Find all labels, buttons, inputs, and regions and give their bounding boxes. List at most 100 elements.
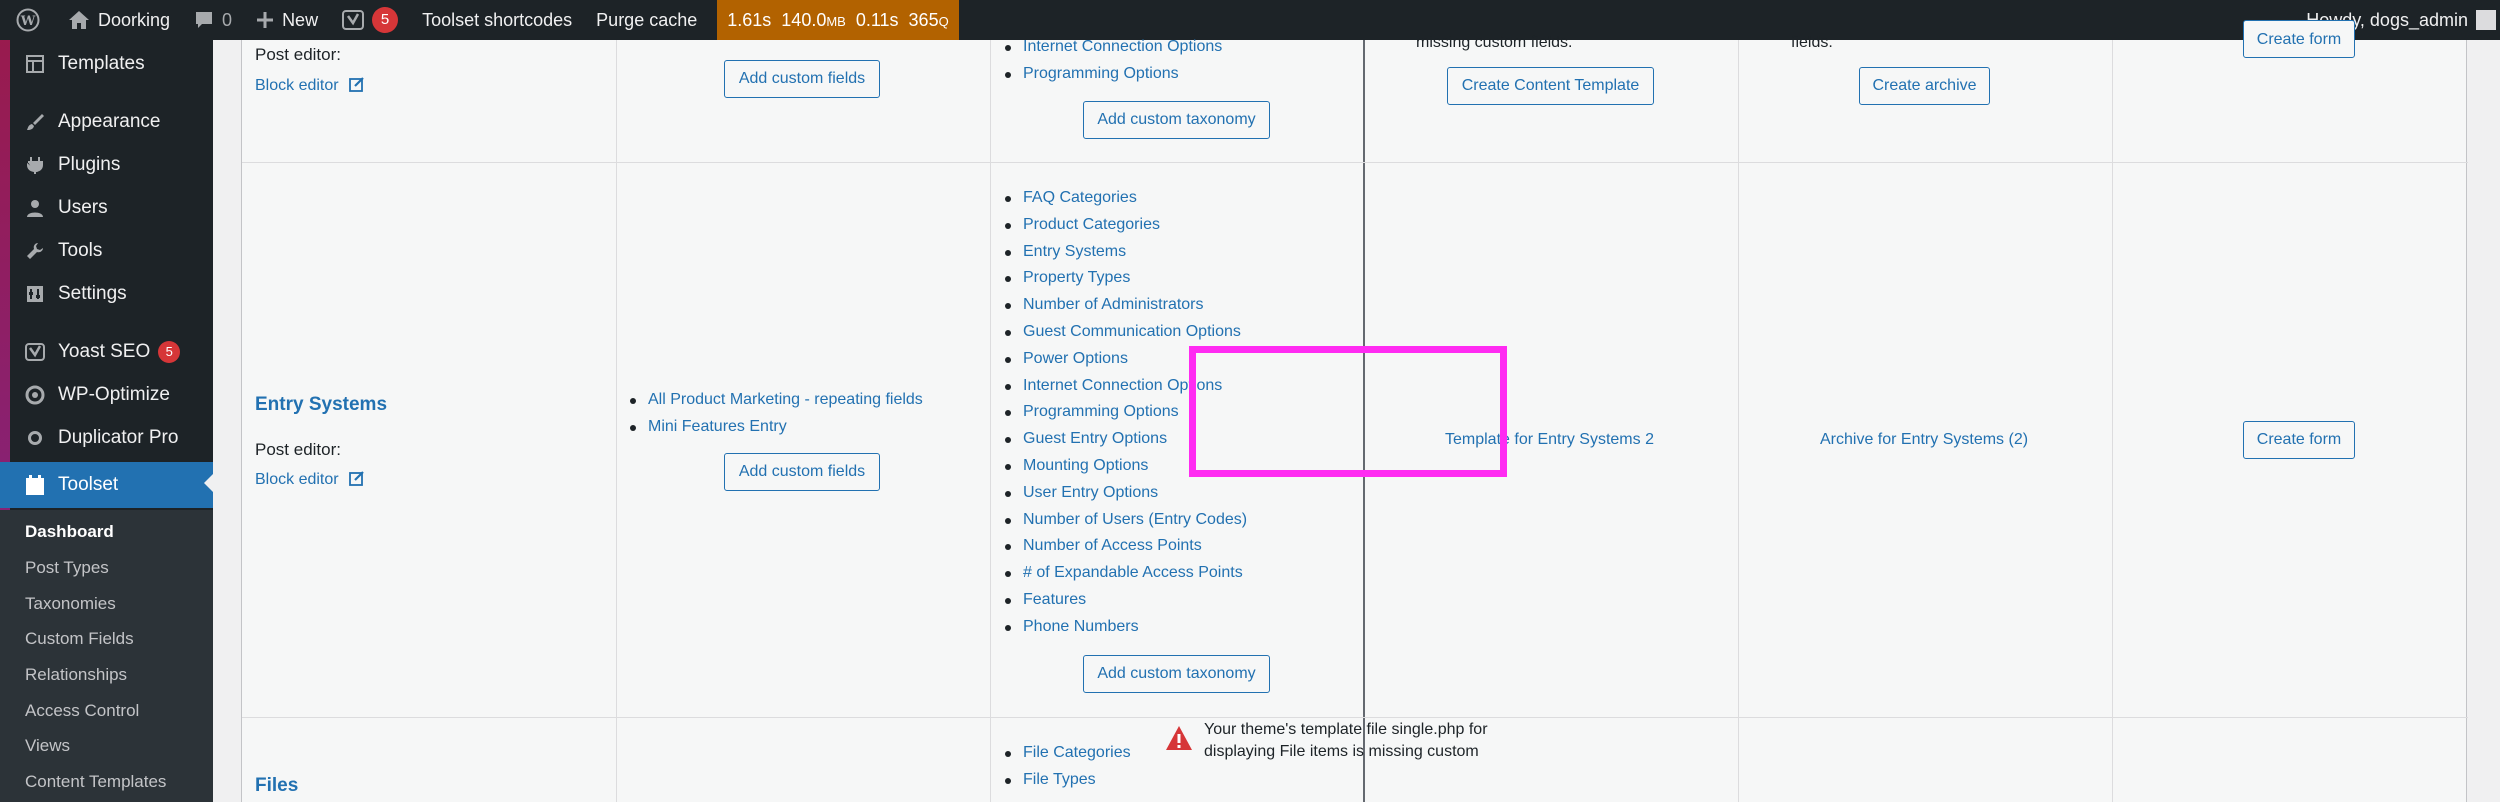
submenu-taxonomies[interactable]: Taxonomies	[25, 594, 116, 614]
toolset-shortcodes-menu[interactable]: Toolset shortcodes	[410, 0, 584, 40]
toolset-submenu: Dashboard Post Types Taxonomies Custom F…	[0, 510, 213, 802]
highlight-annotation-box	[1189, 346, 1507, 477]
sidebar-item-plugins[interactable]: Plugins	[0, 144, 213, 186]
wordpress-logo-icon[interactable]: W	[0, 0, 56, 40]
edit-icon	[349, 76, 365, 92]
taxonomy-link[interactable]: FAQ Categories	[1003, 185, 1247, 212]
taxonomy-link[interactable]: Number of Users (Entry Codes)	[1003, 507, 1247, 534]
taxonomy-link[interactable]: Number of Access Points	[1003, 533, 1247, 560]
query-monitor-stats[interactable]: 1.61s 140.0MB 0.11s 365Q	[717, 0, 959, 40]
sidebar-item-label: Settings	[58, 283, 127, 304]
add-custom-taxonomy-button[interactable]: Add custom taxonomy	[1083, 101, 1270, 139]
taxonomy-link[interactable]: File Types	[1003, 767, 1131, 794]
archive-link[interactable]: Archive for Entry Systems (2)	[1820, 431, 2028, 449]
yoast-menu[interactable]: 5	[330, 0, 410, 40]
add-custom-fields-button[interactable]: Add custom fields	[724, 453, 880, 491]
comment-icon	[194, 10, 214, 30]
sidebar-item-appearance[interactable]: Appearance	[0, 101, 213, 143]
sidebar-item-templates[interactable]: Templates	[0, 43, 213, 85]
sidebar-item-duplicator-pro[interactable]: Duplicator Pro	[0, 417, 213, 459]
sidebar-item-toolset[interactable]: Toolset	[0, 462, 213, 508]
new-content-link[interactable]: New	[244, 0, 330, 40]
taxonomy-link[interactable]: Property Types	[1003, 265, 1247, 292]
column-divider	[616, 40, 617, 802]
taxonomy-link[interactable]: Phone Numbers	[1003, 614, 1247, 641]
admin-sidebar: Templates Appearance Plugins Users Tools…	[0, 40, 213, 802]
field-group-link[interactable]: All Product Marketing - repeating fields	[628, 387, 923, 414]
admin-bar: W Doorking 0 New 5 Toolset shortcodes Pu…	[0, 0, 2500, 40]
post-type-title-files[interactable]: Files	[255, 775, 298, 797]
sidebar-item-yoast-seo[interactable]: Yoast SEO 5	[0, 331, 213, 373]
sidebar-item-tools[interactable]: Tools	[0, 230, 213, 272]
taxonomy-link[interactable]: # of Expandable Access Points	[1003, 560, 1247, 587]
new-label: New	[282, 9, 319, 30]
sidebar-item-label: Duplicator Pro	[58, 427, 179, 448]
warning-icon	[1165, 725, 1193, 751]
site-name-link[interactable]: Doorking	[56, 0, 182, 40]
sidebar-item-label: Yoast SEO	[58, 341, 151, 362]
row-divider	[242, 162, 2468, 163]
create-form-button[interactable]: Create form	[2243, 421, 2355, 459]
block-editor-link-text: Block editor	[255, 471, 339, 488]
taxonomy-link[interactable]: Entry Systems	[1003, 239, 1247, 266]
taxonomy-link[interactable]: Internet Connection Options	[1003, 34, 1222, 61]
post-editor-label: Post editor:	[255, 45, 341, 64]
plus-icon	[256, 11, 274, 29]
taxonomy-list: File Categories File Types	[1003, 740, 1131, 794]
sidebar-item-label: Users	[58, 197, 108, 218]
taxonomy-link[interactable]: Guest Communication Options	[1003, 319, 1247, 346]
taxonomy-link[interactable]: File Categories	[1003, 740, 1131, 767]
submenu-views[interactable]: Views	[25, 736, 70, 756]
svg-text:W: W	[20, 14, 36, 29]
taxonomy-link[interactable]: Features	[1003, 587, 1247, 614]
duplicator-icon	[24, 427, 46, 449]
row-divider	[242, 717, 2468, 718]
submenu-post-types[interactable]: Post Types	[25, 558, 109, 578]
create-content-template-button[interactable]: Create Content Template	[1447, 67, 1654, 105]
submenu-dashboard[interactable]: Dashboard	[25, 522, 114, 542]
add-custom-fields-button[interactable]: Add custom fields	[724, 60, 880, 98]
submenu-custom-fields[interactable]: Custom Fields	[25, 629, 134, 649]
taxonomy-list: Internet Connection Options Programming …	[1003, 34, 1222, 88]
comments-count: 0	[222, 9, 233, 30]
taxonomy-link[interactable]: Number of Administrators	[1003, 292, 1247, 319]
sidebar-item-wp-optimize[interactable]: WP-Optimize	[0, 374, 213, 416]
create-archive-button[interactable]: Create archive	[1859, 67, 1990, 105]
sidebar-item-label: Plugins	[58, 154, 121, 175]
taxonomy-link[interactable]: Product Categories	[1003, 212, 1247, 239]
templates-icon	[24, 53, 46, 75]
create-form-button[interactable]: Create form	[2243, 20, 2355, 58]
taxonomy-link[interactable]: User Entry Options	[1003, 480, 1247, 507]
wp-optimize-icon	[24, 384, 46, 406]
post-editor-label: Post editor:	[255, 440, 341, 459]
submenu-access-control[interactable]: Access Control	[25, 701, 139, 721]
sidebar-item-users[interactable]: Users	[0, 187, 213, 229]
yoast-notification-badge: 5	[372, 7, 399, 33]
post-type-title-entry-systems[interactable]: Entry Systems	[255, 394, 387, 416]
taxonomy-link[interactable]: Programming Options	[1003, 61, 1222, 88]
purge-cache-link[interactable]: Purge cache	[584, 0, 709, 40]
block-editor-link[interactable]: Block editor	[255, 470, 365, 489]
template-missing-note: missing custom fields.	[1416, 34, 1573, 51]
submenu-content-templates[interactable]: Content Templates	[25, 772, 166, 792]
add-custom-taxonomy-button[interactable]: Add custom taxonomy	[1083, 655, 1270, 693]
avatar	[2476, 10, 2496, 30]
submenu-relationships[interactable]: Relationships	[25, 665, 127, 685]
toolset-icon	[24, 474, 46, 496]
sidebar-item-settings[interactable]: Settings	[0, 273, 213, 315]
block-editor-link[interactable]: Block editor	[255, 76, 365, 95]
template-warning-text: Your theme's template file single.php fo…	[1204, 721, 1488, 760]
memory-usage: 140.0MB	[781, 9, 846, 30]
yoast-icon	[24, 341, 46, 363]
field-group-link[interactable]: Mini Features Entry	[628, 414, 923, 441]
sidebar-item-label: Toolset	[58, 474, 119, 495]
yoast-icon	[342, 9, 365, 31]
query-time: 0.11s	[855, 9, 899, 30]
yoast-sidebar-badge: 5	[158, 341, 181, 363]
column-divider	[1738, 40, 1739, 802]
comments-link[interactable]: 0	[182, 0, 244, 40]
site-name: Doorking	[98, 9, 171, 30]
query-count: 365Q	[908, 9, 949, 30]
home-icon	[68, 10, 90, 30]
sidebar-item-label: Templates	[58, 53, 145, 74]
